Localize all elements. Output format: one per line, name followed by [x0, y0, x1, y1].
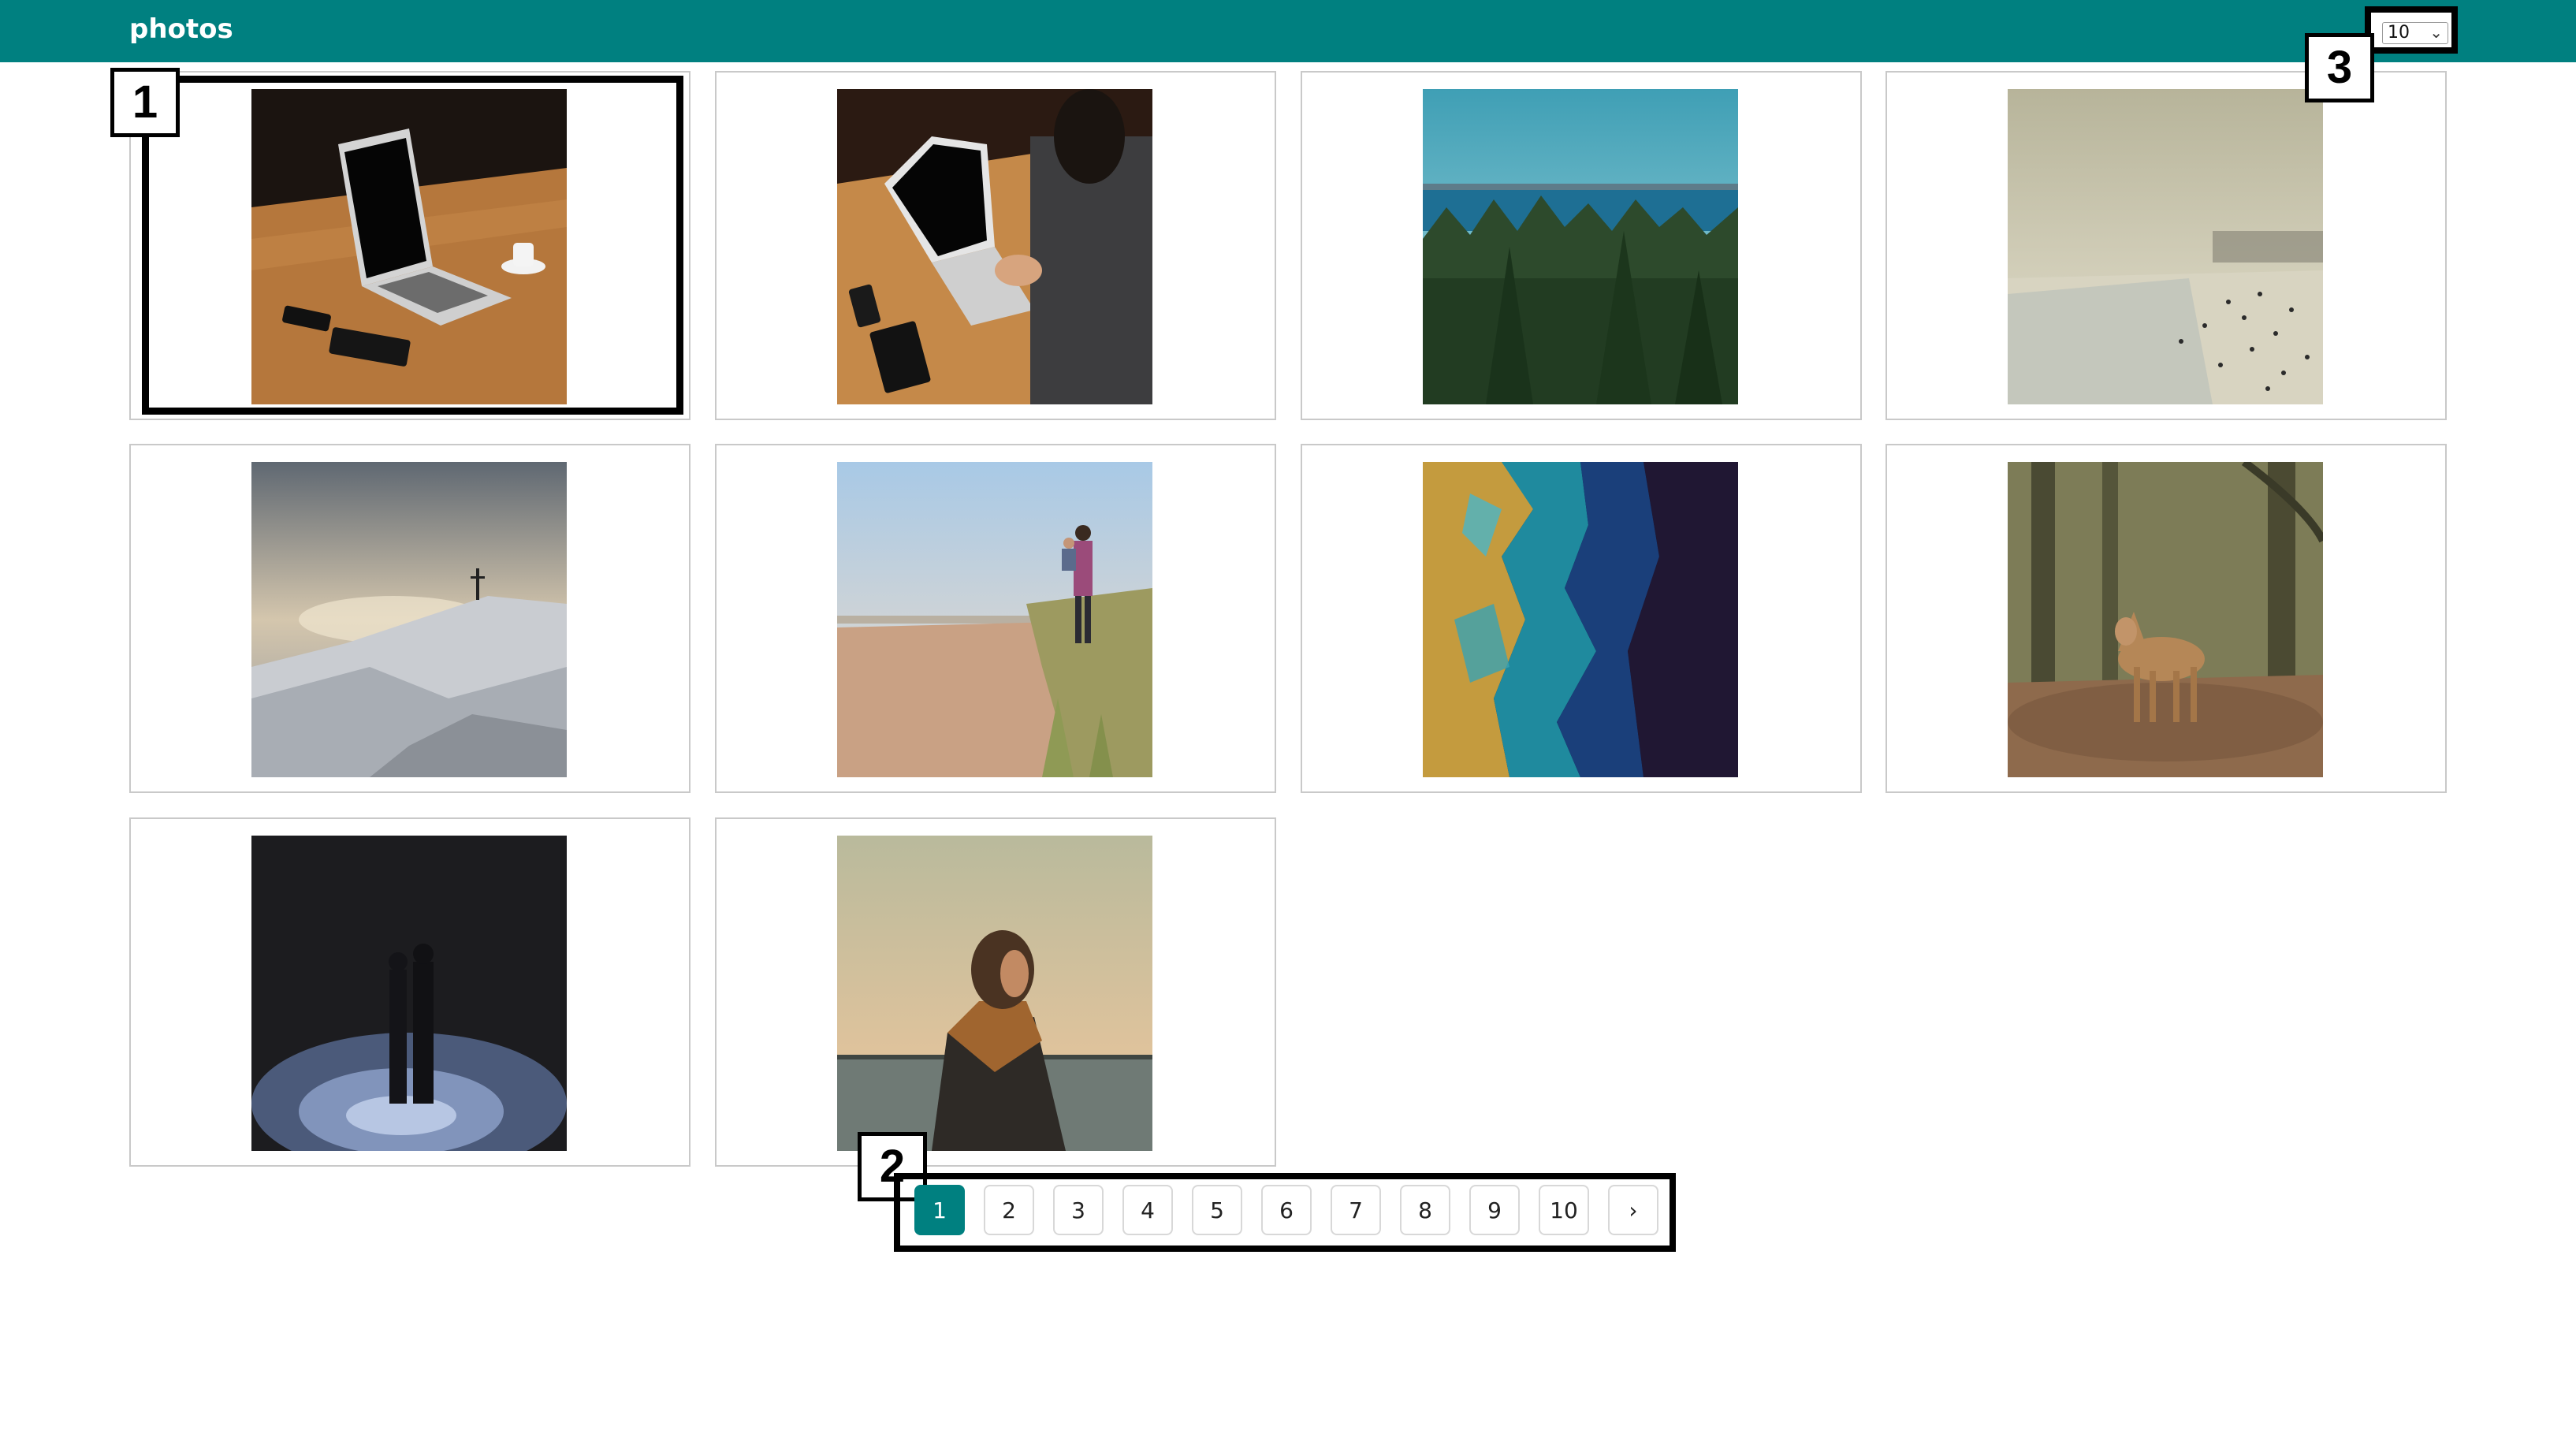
photo-fawn-forest[interactable] [2008, 462, 2323, 777]
photo-person-laptop[interactable] [837, 89, 1152, 404]
photo-card[interactable] [129, 817, 691, 1167]
page-button-1[interactable]: 1 [914, 1185, 965, 1235]
page-button-7[interactable]: 7 [1331, 1185, 1381, 1235]
photo-card[interactable] [715, 71, 1276, 420]
page-button-6[interactable]: 6 [1261, 1185, 1312, 1235]
photo-man-scarf-sunset[interactable] [837, 836, 1152, 1151]
photo-hazy-beach[interactable] [2008, 89, 2323, 404]
selected-photo-highlight [142, 76, 683, 415]
page-button-3[interactable]: 3 [1053, 1185, 1104, 1235]
photo-card[interactable] [129, 444, 691, 793]
page-button-2[interactable]: 2 [984, 1185, 1034, 1235]
photo-card[interactable] [1301, 444, 1862, 793]
page-button-5[interactable]: 5 [1192, 1185, 1242, 1235]
photo-night-snow-couple[interactable] [251, 836, 567, 1151]
photo-aerial-ocean[interactable] [1423, 462, 1738, 777]
callout-3: 3 [2305, 33, 2374, 102]
photo-card[interactable] [1885, 444, 2447, 793]
next-page-button[interactable]: › [1608, 1185, 1658, 1235]
pagination: 1 2 3 4 5 6 7 8 9 10 › [914, 1185, 1658, 1235]
page-button-8[interactable]: 8 [1400, 1185, 1450, 1235]
callout-1: 1 [110, 68, 180, 137]
page-button-4[interactable]: 4 [1122, 1185, 1173, 1235]
photo-card[interactable] [715, 817, 1276, 1167]
photo-snowy-summit[interactable] [251, 462, 567, 777]
chevron-right-icon: › [1629, 1197, 1638, 1223]
photo-card[interactable] [1885, 71, 2447, 420]
page-button-10[interactable]: 10 [1539, 1185, 1589, 1235]
page-button-9[interactable]: 9 [1469, 1185, 1520, 1235]
photo-card[interactable] [1301, 71, 1862, 420]
photo-beach-path[interactable] [837, 462, 1152, 777]
photo-card[interactable] [715, 444, 1276, 793]
photo-forest-sea[interactable] [1423, 89, 1738, 404]
